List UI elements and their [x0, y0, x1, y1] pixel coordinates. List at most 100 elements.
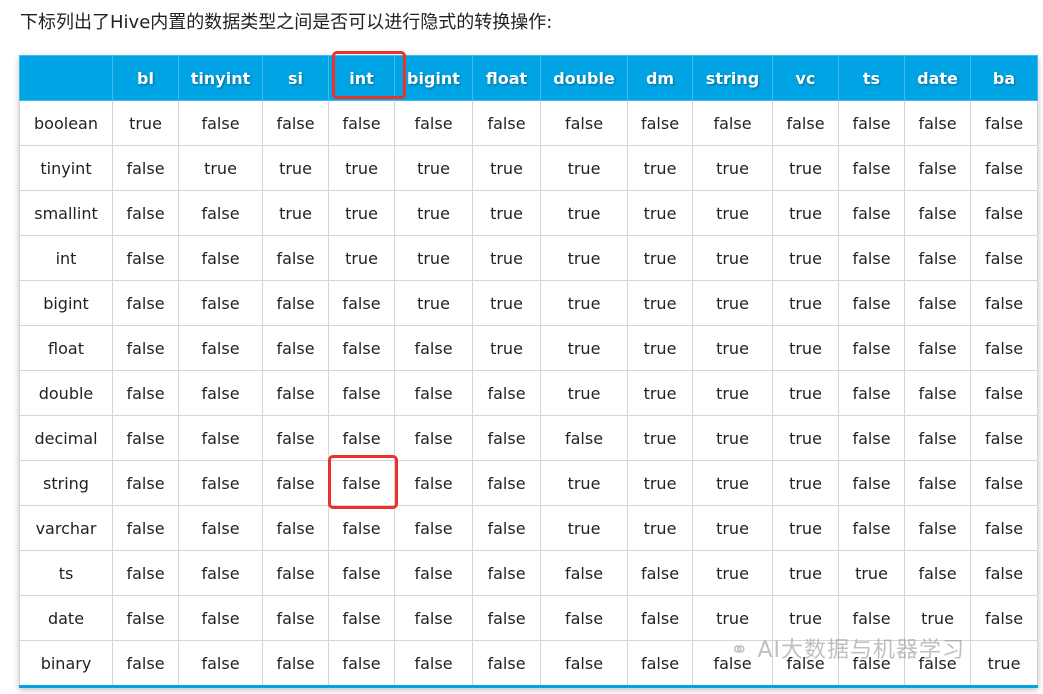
- table-cell: false: [178, 370, 263, 416]
- table-cell: false: [472, 505, 541, 551]
- table-cell: false: [328, 100, 395, 146]
- table-cell: false: [904, 235, 971, 281]
- table-cell: true: [692, 370, 773, 416]
- intro-text: 下标列出了Hive内置的数据类型之间是否可以进行隐式的转换操作:: [20, 12, 553, 33]
- table-cell: false: [394, 325, 473, 371]
- table-cell: false: [970, 595, 1038, 641]
- table-cell: false: [262, 460, 329, 506]
- table-cell: false: [838, 145, 905, 191]
- table-cell: false: [178, 415, 263, 461]
- table-row: double false false false false false false true…: [19, 370, 1038, 416]
- row-label: double: [19, 370, 113, 416]
- table-cell: true: [970, 640, 1038, 687]
- table-row: boolean true false false false false false fals…: [19, 100, 1038, 146]
- table-cell: false: [838, 415, 905, 461]
- table-cell: true: [772, 145, 839, 191]
- table-cell: false: [262, 325, 329, 371]
- table-cell: true: [394, 145, 473, 191]
- row-label: string: [19, 460, 113, 506]
- row-label: date: [19, 595, 113, 641]
- wechat-icon: ⚭: [730, 638, 758, 663]
- column-header: int: [328, 55, 395, 101]
- table-cell: false: [178, 460, 263, 506]
- table-row: int false false false true true true true true tr…: [19, 235, 1038, 281]
- column-header: double: [540, 55, 628, 101]
- table-cell: false: [328, 415, 395, 461]
- table-row: decimal false false false false false false fal…: [19, 415, 1038, 461]
- column-header: vc: [772, 55, 839, 101]
- table-cell: false: [838, 370, 905, 416]
- table-cell: true: [540, 190, 628, 236]
- table-cell: false: [970, 325, 1038, 371]
- column-header: [19, 55, 113, 101]
- table-cell: false: [178, 550, 263, 596]
- table-cell: false: [627, 640, 693, 687]
- table-cell: false: [262, 235, 329, 281]
- table-cell: true: [472, 280, 541, 326]
- column-header: bl: [112, 55, 179, 101]
- table-cell: false: [112, 640, 179, 687]
- table-cell: true: [178, 145, 263, 191]
- table-cell: false: [178, 100, 263, 146]
- table-cell: false: [178, 325, 263, 371]
- table-cell: true: [394, 190, 473, 236]
- table-cell: true: [692, 550, 773, 596]
- table-cell: false: [328, 370, 395, 416]
- table-cell: false: [328, 460, 395, 506]
- table-row: float false false false false false true true tr…: [19, 325, 1038, 371]
- table-cell: false: [904, 190, 971, 236]
- table-cell: true: [472, 235, 541, 281]
- table-cell: false: [328, 505, 395, 551]
- table-cell: false: [178, 595, 263, 641]
- table-cell: true: [540, 505, 628, 551]
- table-cell: false: [262, 415, 329, 461]
- table-cell: true: [328, 145, 395, 191]
- table-cell: false: [838, 505, 905, 551]
- table-row: bigint false false false false true true true tr…: [19, 280, 1038, 326]
- table-cell: true: [692, 415, 773, 461]
- table-cell: false: [112, 595, 179, 641]
- table-cell: true: [472, 145, 541, 191]
- table-cell: false: [838, 100, 905, 146]
- table-cell: false: [262, 370, 329, 416]
- table-cell: false: [262, 550, 329, 596]
- table-cell: false: [394, 100, 473, 146]
- table-cell: true: [627, 325, 693, 371]
- column-header: ba: [970, 55, 1038, 101]
- table-cell: false: [540, 550, 628, 596]
- table-cell: true: [540, 145, 628, 191]
- row-label: binary: [19, 640, 113, 687]
- row-label: float: [19, 325, 113, 371]
- row-label: ts: [19, 550, 113, 596]
- row-label: decimal: [19, 415, 113, 461]
- table-cell: true: [540, 370, 628, 416]
- table-cell: false: [970, 235, 1038, 281]
- table-cell: false: [262, 280, 329, 326]
- table-cell: true: [627, 235, 693, 281]
- watermark: ⚭ AI大数据与机器学习: [730, 632, 965, 664]
- table-cell: true: [627, 280, 693, 326]
- table-cell: false: [970, 370, 1038, 416]
- table-cell: true: [772, 370, 839, 416]
- table-cell: true: [692, 505, 773, 551]
- table-cell: false: [472, 595, 541, 641]
- table-cell: true: [627, 415, 693, 461]
- table-row: varchar false false false false false false tru…: [19, 505, 1038, 551]
- table-cell: true: [772, 505, 839, 551]
- table-cell: false: [838, 235, 905, 281]
- table-cell: false: [904, 325, 971, 371]
- table-cell: true: [627, 460, 693, 506]
- table-cell: false: [328, 280, 395, 326]
- row-label: varchar: [19, 505, 113, 551]
- table-cell: false: [970, 460, 1038, 506]
- table-cell: true: [394, 280, 473, 326]
- table-cell: false: [540, 595, 628, 641]
- table-cell: false: [838, 190, 905, 236]
- table-cell: false: [838, 460, 905, 506]
- table-cell: false: [970, 190, 1038, 236]
- table-cell: true: [772, 460, 839, 506]
- table-cell: false: [970, 550, 1038, 596]
- table-cell: false: [112, 280, 179, 326]
- table-cell: false: [540, 640, 628, 687]
- table-cell: false: [970, 415, 1038, 461]
